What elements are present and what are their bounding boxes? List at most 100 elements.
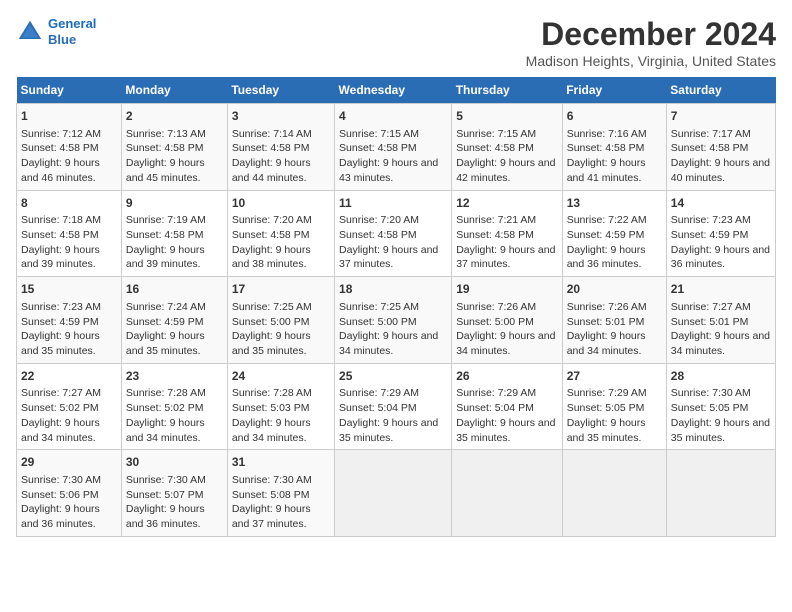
day-info: Sunrise: 7:20 AM bbox=[232, 213, 330, 228]
day-info: Daylight: 9 hours and 34 minutes. bbox=[232, 416, 330, 445]
day-info: Sunrise: 7:27 AM bbox=[671, 300, 771, 315]
day-info: Sunset: 4:58 PM bbox=[567, 141, 662, 156]
day-info: Sunrise: 7:14 AM bbox=[232, 127, 330, 142]
day-info: Sunrise: 7:17 AM bbox=[671, 127, 771, 142]
day-info: Sunset: 4:58 PM bbox=[21, 228, 117, 243]
day-info: Sunrise: 7:30 AM bbox=[21, 473, 117, 488]
calendar-cell: 21Sunrise: 7:27 AMSunset: 5:01 PMDayligh… bbox=[666, 277, 775, 364]
day-info: Daylight: 9 hours and 38 minutes. bbox=[232, 243, 330, 272]
day-info: Sunset: 4:58 PM bbox=[339, 228, 447, 243]
header-friday: Friday bbox=[562, 77, 666, 104]
day-info: Daylight: 9 hours and 35 minutes. bbox=[126, 329, 223, 358]
day-info: Daylight: 9 hours and 35 minutes. bbox=[339, 416, 447, 445]
logo-line2: Blue bbox=[48, 32, 76, 47]
day-number: 6 bbox=[567, 108, 662, 125]
day-number: 19 bbox=[456, 281, 558, 298]
calendar-cell: 17Sunrise: 7:25 AMSunset: 5:00 PMDayligh… bbox=[227, 277, 334, 364]
logo: General Blue bbox=[16, 16, 96, 47]
header-sunday: Sunday bbox=[17, 77, 122, 104]
day-info: Daylight: 9 hours and 34 minutes. bbox=[671, 329, 771, 358]
day-number: 5 bbox=[456, 108, 558, 125]
logo-text: General Blue bbox=[48, 16, 96, 47]
calendar-cell: 20Sunrise: 7:26 AMSunset: 5:01 PMDayligh… bbox=[562, 277, 666, 364]
calendar-cell: 15Sunrise: 7:23 AMSunset: 4:59 PMDayligh… bbox=[17, 277, 122, 364]
day-info: Sunset: 5:01 PM bbox=[671, 315, 771, 330]
day-info: Sunrise: 7:24 AM bbox=[126, 300, 223, 315]
day-number: 25 bbox=[339, 368, 447, 385]
day-number: 16 bbox=[126, 281, 223, 298]
day-info: Daylight: 9 hours and 42 minutes. bbox=[456, 156, 558, 185]
day-info: Sunrise: 7:29 AM bbox=[456, 386, 558, 401]
week-row-3: 15Sunrise: 7:23 AMSunset: 4:59 PMDayligh… bbox=[17, 277, 776, 364]
day-info: Daylight: 9 hours and 35 minutes. bbox=[567, 416, 662, 445]
day-info: Daylight: 9 hours and 36 minutes. bbox=[126, 502, 223, 531]
day-info: Sunrise: 7:12 AM bbox=[21, 127, 117, 142]
day-info: Daylight: 9 hours and 35 minutes. bbox=[456, 416, 558, 445]
day-info: Daylight: 9 hours and 40 minutes. bbox=[671, 156, 771, 185]
calendar-cell: 4Sunrise: 7:15 AMSunset: 4:58 PMDaylight… bbox=[335, 104, 452, 191]
calendar-cell: 6Sunrise: 7:16 AMSunset: 4:58 PMDaylight… bbox=[562, 104, 666, 191]
day-number: 12 bbox=[456, 195, 558, 212]
day-info: Sunrise: 7:28 AM bbox=[232, 386, 330, 401]
day-info: Sunrise: 7:26 AM bbox=[567, 300, 662, 315]
calendar-cell: 14Sunrise: 7:23 AMSunset: 4:59 PMDayligh… bbox=[666, 190, 775, 277]
day-info: Daylight: 9 hours and 37 minutes. bbox=[339, 243, 447, 272]
day-info: Sunset: 5:07 PM bbox=[126, 488, 223, 503]
calendar-cell: 25Sunrise: 7:29 AMSunset: 5:04 PMDayligh… bbox=[335, 363, 452, 450]
calendar-cell: 9Sunrise: 7:19 AMSunset: 4:58 PMDaylight… bbox=[121, 190, 227, 277]
day-info: Sunset: 4:58 PM bbox=[456, 141, 558, 156]
day-info: Sunset: 4:58 PM bbox=[671, 141, 771, 156]
main-title: December 2024 bbox=[526, 16, 776, 53]
week-row-4: 22Sunrise: 7:27 AMSunset: 5:02 PMDayligh… bbox=[17, 363, 776, 450]
calendar-cell: 5Sunrise: 7:15 AMSunset: 4:58 PMDaylight… bbox=[452, 104, 563, 191]
day-info: Sunrise: 7:13 AM bbox=[126, 127, 223, 142]
day-number: 27 bbox=[567, 368, 662, 385]
day-info: Sunrise: 7:20 AM bbox=[339, 213, 447, 228]
day-info: Sunrise: 7:26 AM bbox=[456, 300, 558, 315]
day-number: 18 bbox=[339, 281, 447, 298]
day-info: Sunrise: 7:15 AM bbox=[339, 127, 447, 142]
day-info: Sunset: 4:58 PM bbox=[232, 228, 330, 243]
day-info: Daylight: 9 hours and 34 minutes. bbox=[567, 329, 662, 358]
day-info: Sunset: 5:00 PM bbox=[339, 315, 447, 330]
calendar-cell: 19Sunrise: 7:26 AMSunset: 5:00 PMDayligh… bbox=[452, 277, 563, 364]
day-info: Daylight: 9 hours and 45 minutes. bbox=[126, 156, 223, 185]
calendar-cell: 12Sunrise: 7:21 AMSunset: 4:58 PMDayligh… bbox=[452, 190, 563, 277]
day-info: Sunrise: 7:27 AM bbox=[21, 386, 117, 401]
day-info: Daylight: 9 hours and 36 minutes. bbox=[21, 502, 117, 531]
calendar-cell: 29Sunrise: 7:30 AMSunset: 5:06 PMDayligh… bbox=[17, 450, 122, 537]
calendar-cell: 1Sunrise: 7:12 AMSunset: 4:58 PMDaylight… bbox=[17, 104, 122, 191]
day-info: Sunrise: 7:23 AM bbox=[671, 213, 771, 228]
day-info: Daylight: 9 hours and 35 minutes. bbox=[671, 416, 771, 445]
calendar-cell: 26Sunrise: 7:29 AMSunset: 5:04 PMDayligh… bbox=[452, 363, 563, 450]
day-info: Sunrise: 7:30 AM bbox=[671, 386, 771, 401]
day-info: Sunrise: 7:21 AM bbox=[456, 213, 558, 228]
day-info: Daylight: 9 hours and 36 minutes. bbox=[671, 243, 771, 272]
day-number: 31 bbox=[232, 454, 330, 471]
calendar-cell bbox=[335, 450, 452, 537]
day-info: Sunrise: 7:18 AM bbox=[21, 213, 117, 228]
logo-line1: General bbox=[48, 16, 96, 31]
week-row-5: 29Sunrise: 7:30 AMSunset: 5:06 PMDayligh… bbox=[17, 450, 776, 537]
calendar-cell: 30Sunrise: 7:30 AMSunset: 5:07 PMDayligh… bbox=[121, 450, 227, 537]
header-tuesday: Tuesday bbox=[227, 77, 334, 104]
calendar-cell: 3Sunrise: 7:14 AMSunset: 4:58 PMDaylight… bbox=[227, 104, 334, 191]
day-info: Sunset: 4:59 PM bbox=[671, 228, 771, 243]
day-info: Sunrise: 7:29 AM bbox=[339, 386, 447, 401]
day-number: 9 bbox=[126, 195, 223, 212]
day-info: Daylight: 9 hours and 37 minutes. bbox=[456, 243, 558, 272]
day-info: Sunset: 4:58 PM bbox=[232, 141, 330, 156]
day-info: Sunset: 4:58 PM bbox=[339, 141, 447, 156]
day-info: Sunset: 5:04 PM bbox=[456, 401, 558, 416]
day-info: Daylight: 9 hours and 34 minutes. bbox=[456, 329, 558, 358]
day-info: Sunset: 5:05 PM bbox=[567, 401, 662, 416]
calendar-cell: 11Sunrise: 7:20 AMSunset: 4:58 PMDayligh… bbox=[335, 190, 452, 277]
calendar-cell: 24Sunrise: 7:28 AMSunset: 5:03 PMDayligh… bbox=[227, 363, 334, 450]
day-info: Daylight: 9 hours and 34 minutes. bbox=[21, 416, 117, 445]
calendar-cell: 10Sunrise: 7:20 AMSunset: 4:58 PMDayligh… bbox=[227, 190, 334, 277]
day-info: Daylight: 9 hours and 36 minutes. bbox=[567, 243, 662, 272]
day-info: Sunset: 5:02 PM bbox=[126, 401, 223, 416]
day-info: Sunset: 5:04 PM bbox=[339, 401, 447, 416]
calendar-header: SundayMondayTuesdayWednesdayThursdayFrid… bbox=[17, 77, 776, 104]
day-number: 1 bbox=[21, 108, 117, 125]
